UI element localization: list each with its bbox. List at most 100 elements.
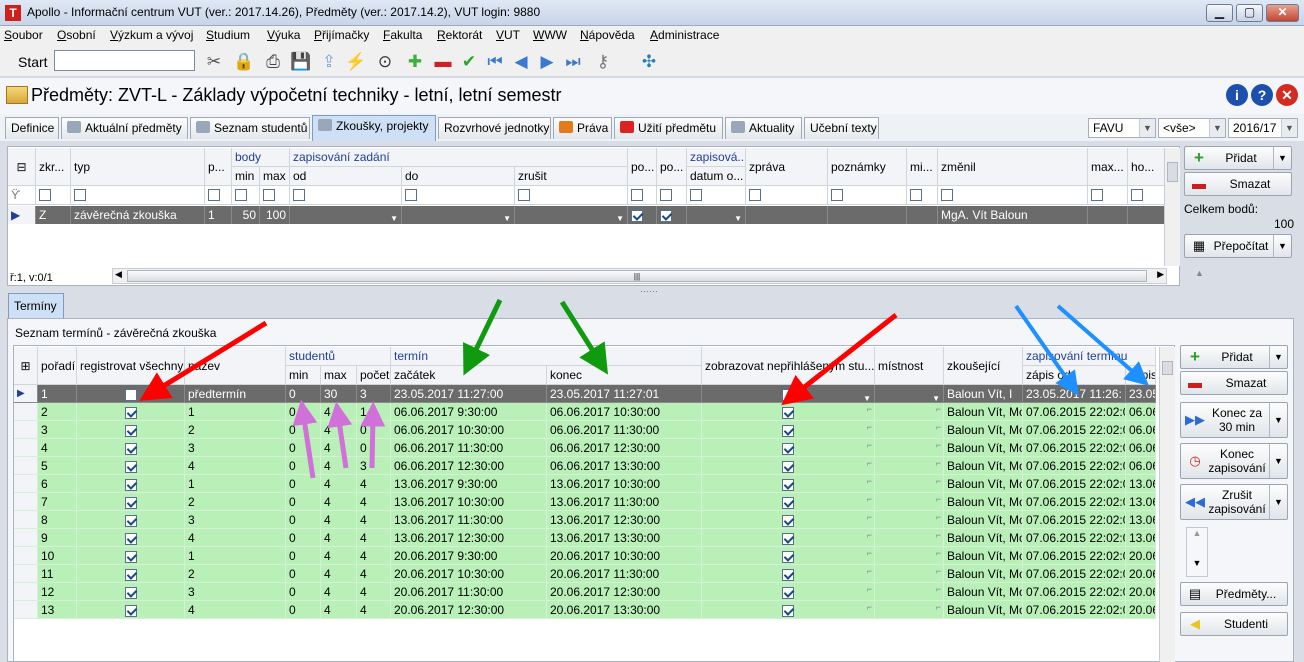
term-row-cell[interactable]: Baloun Vít, Mc bbox=[944, 475, 1023, 493]
exam-row-cell[interactable]: ▼ bbox=[402, 206, 515, 224]
term-row-cell[interactable]: Baloun Vít, Mc bbox=[944, 403, 1023, 421]
tab-terms[interactable]: Termíny bbox=[8, 293, 64, 318]
term-row-cell[interactable]: 0 bbox=[357, 421, 391, 439]
filter-cell[interactable] bbox=[687, 186, 746, 205]
cancel-enrollment-button[interactable]: ◀◀ Zrušit zapisování ▼ bbox=[1180, 484, 1288, 520]
term-row-cell[interactable]: 07.06.2015 22:02:00 bbox=[1023, 565, 1126, 583]
filter-checkbox[interactable] bbox=[39, 188, 51, 201]
exam-row-cell[interactable]: 50 bbox=[232, 206, 260, 224]
term-row-cell[interactable]: 0 bbox=[286, 511, 321, 529]
exam-row-cell[interactable] bbox=[828, 206, 907, 224]
term-row-cell[interactable] bbox=[77, 385, 185, 403]
term-row-cell[interactable]: 0 bbox=[286, 529, 321, 547]
term-row-cell[interactable]: 06.06.2017 12:30:00 bbox=[547, 439, 702, 457]
term-row-cell[interactable]: 07.06.2015 22:02:00 bbox=[1023, 475, 1126, 493]
checkbox[interactable] bbox=[782, 604, 794, 617]
filter-checkbox[interactable] bbox=[660, 188, 672, 201]
term-row-cell[interactable]: 07.06.2015 22:02:00 bbox=[1023, 439, 1126, 457]
term-row-cell[interactable]: ⌐ bbox=[875, 547, 944, 565]
term-row-cell[interactable]: 13.06.2017 12:30:00 bbox=[547, 511, 702, 529]
term-row-cell[interactable]: ⌐ bbox=[875, 601, 944, 619]
term-row-cell[interactable]: ▼ bbox=[702, 385, 875, 403]
exam-row-cell[interactable] bbox=[657, 206, 687, 224]
term-row-cell[interactable]: ▼ bbox=[875, 385, 944, 403]
term-row-cell[interactable]: 07.06.2015 22:02:00 bbox=[1023, 403, 1126, 421]
term-row-cell[interactable]: ⌐ bbox=[875, 457, 944, 475]
term-row-cell[interactable]: 2 bbox=[185, 421, 286, 439]
term-row-cell[interactable]: 20.06 bbox=[1126, 601, 1156, 619]
term-row-cell[interactable]: 13.06.2017 9:30:00 bbox=[391, 475, 547, 493]
term-row-cell[interactable]: 2 bbox=[38, 403, 77, 421]
filter-checkbox[interactable] bbox=[1131, 188, 1143, 201]
faculty-select[interactable]: FAVU ▼ bbox=[1088, 118, 1156, 138]
term-row-cell[interactable]: 4 bbox=[321, 601, 357, 619]
term-row-cell[interactable]: 0 bbox=[286, 421, 321, 439]
term-row-cell[interactable]: ⌐ bbox=[875, 439, 944, 457]
delete-term-button[interactable]: Smazat bbox=[1180, 371, 1288, 395]
term-row-cell[interactable] bbox=[77, 601, 185, 619]
term-row-cell[interactable]: 4 bbox=[321, 493, 357, 511]
term-row-cell[interactable]: 4 bbox=[185, 457, 286, 475]
term-row-cell[interactable] bbox=[77, 511, 185, 529]
menu-6[interactable]: Fakulta bbox=[383, 28, 422, 42]
dropdown-icon[interactable]: ▼ bbox=[863, 390, 871, 402]
term-row-cell[interactable]: 9 bbox=[38, 529, 77, 547]
term-row-cell[interactable]: 23.05 bbox=[1126, 385, 1156, 403]
term-row-cell[interactable]: ⌐ bbox=[702, 421, 875, 439]
side-scroll[interactable]: ▲ ▼ bbox=[1186, 527, 1208, 577]
term-row-cell[interactable]: 20.06.2017 10:30:00 bbox=[547, 547, 702, 565]
term-row-cell[interactable]: 3 bbox=[357, 457, 391, 475]
term-row-cell[interactable]: 13 bbox=[38, 601, 77, 619]
end-enrollment-button[interactable]: ◷ Konec zapisování ▼ bbox=[1180, 443, 1288, 479]
scroll-up-icon[interactable]: ▲ bbox=[1187, 528, 1207, 538]
term-row-cell[interactable]: 4 bbox=[321, 529, 357, 547]
checkbox[interactable] bbox=[124, 406, 137, 419]
scroll-right-icon[interactable]: ▶ bbox=[1157, 269, 1164, 280]
term-row-cell[interactable]: Baloun Vít, Mc bbox=[944, 583, 1023, 601]
term-row-cell[interactable] bbox=[14, 493, 38, 511]
filter-cell[interactable] bbox=[232, 186, 260, 205]
term-row-cell[interactable]: 06.06.2017 11:30:00 bbox=[547, 421, 702, 439]
checkbox[interactable] bbox=[631, 209, 643, 222]
term-row-cell[interactable]: 3 bbox=[185, 439, 286, 457]
term-row-cell[interactable]: 0 bbox=[286, 457, 321, 475]
dropdown-icon[interactable]: ▼ bbox=[1269, 485, 1287, 519]
term-row-cell[interactable]: 20.06.2017 9:30:00 bbox=[391, 547, 547, 565]
term-row-cell[interactable]: 1 bbox=[38, 385, 77, 403]
term-row-cell[interactable]: 07.06.2015 22:02:00 bbox=[1023, 421, 1126, 439]
dropdown-icon[interactable]: ▼ bbox=[734, 210, 742, 224]
filter-cell[interactable] bbox=[1088, 186, 1128, 205]
term-row-cell[interactable]: 06.06.2017 13:30:00 bbox=[547, 457, 702, 475]
filter-cell[interactable] bbox=[402, 186, 515, 205]
term-row-cell[interactable]: ⌐ bbox=[702, 403, 875, 421]
checkbox[interactable] bbox=[782, 424, 794, 437]
term-row-cell[interactable]: 4 bbox=[321, 583, 357, 601]
menu-0[interactable]: Soubor bbox=[4, 28, 43, 42]
term-row-cell[interactable]: 4 bbox=[357, 547, 391, 565]
filter-cell[interactable] bbox=[828, 186, 907, 205]
term-row-cell[interactable]: 06.06.2017 10:30:00 bbox=[547, 403, 702, 421]
term-row-cell[interactable]: 4 bbox=[321, 439, 357, 457]
term-row-cell[interactable]: Baloun Vít, Mc bbox=[944, 547, 1023, 565]
term-row-cell[interactable]: 06.06.2017 9:30:00 bbox=[391, 403, 547, 421]
filter-checkbox[interactable] bbox=[831, 188, 843, 201]
exam-row-cell[interactable]: ▼ bbox=[515, 206, 628, 224]
term-row-cell[interactable]: ⌐ bbox=[702, 439, 875, 457]
term-row-cell[interactable]: ⌐ bbox=[702, 457, 875, 475]
filter-cell[interactable] bbox=[657, 186, 687, 205]
term-row-cell[interactable]: Baloun Vít, Mc bbox=[944, 529, 1023, 547]
term-row-cell[interactable]: ⌐ bbox=[875, 511, 944, 529]
filter-cell[interactable] bbox=[290, 186, 402, 205]
term-row-cell[interactable]: ⌐ bbox=[875, 529, 944, 547]
term-row-cell[interactable]: 06.06 bbox=[1126, 439, 1156, 457]
term-row-cell[interactable]: 4 bbox=[357, 529, 391, 547]
term-row-cell[interactable]: ⌐ bbox=[702, 493, 875, 511]
checkbox[interactable] bbox=[782, 568, 794, 581]
term-row-cell[interactable]: Baloun Vít, Mc bbox=[944, 493, 1023, 511]
checkbox[interactable] bbox=[124, 586, 137, 599]
term-row-cell[interactable] bbox=[14, 403, 38, 421]
term-row-cell[interactable] bbox=[77, 583, 185, 601]
term-row-cell[interactable]: 6 bbox=[38, 475, 77, 493]
term-row-cell[interactable]: 13.06 bbox=[1126, 511, 1156, 529]
exam-row-cell[interactable] bbox=[746, 206, 828, 224]
